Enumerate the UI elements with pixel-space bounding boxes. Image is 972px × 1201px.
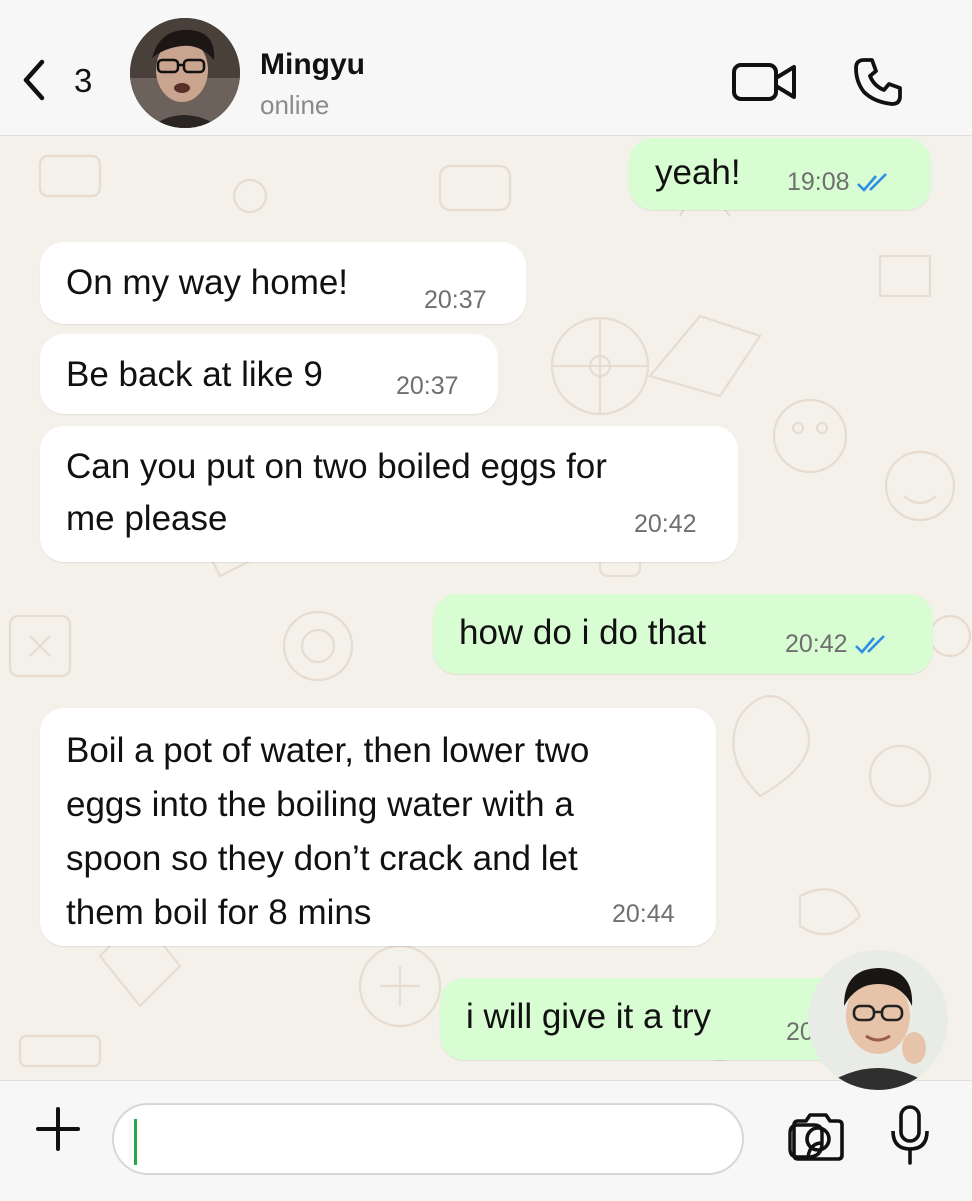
message-text: how do i do that — [459, 613, 707, 652]
double-check-icon — [854, 635, 885, 655]
message-incoming[interactable]: On my way home! 20:37 — [40, 242, 526, 324]
face-photo — [808, 950, 948, 1090]
contact-photo — [130, 18, 240, 128]
attach-button[interactable] — [30, 1101, 86, 1157]
camera-button[interactable] — [788, 1111, 848, 1163]
message-time: 19:08 — [787, 168, 892, 196]
video-call-button[interactable] — [730, 60, 800, 104]
message-line: them boil for 8 mins — [66, 893, 372, 932]
plus-icon — [36, 1107, 80, 1151]
contact-avatar[interactable] — [130, 18, 240, 128]
message-incoming[interactable]: Be back at like 9 20:37 — [40, 334, 498, 414]
chat-header: 3 Mingyu online — [0, 0, 972, 136]
message-outgoing[interactable]: yeah! 19:08 — [629, 138, 931, 210]
message-text: yeah! — [655, 153, 741, 192]
back-button[interactable] — [18, 56, 54, 104]
message-text: On my way home! — [66, 263, 349, 302]
message-line: spoon so they don’t crack and let — [66, 839, 578, 878]
phone-icon — [854, 58, 902, 106]
double-check-icon — [856, 173, 887, 193]
contact-status: online — [260, 90, 330, 120]
camera-icon — [792, 1113, 844, 1161]
video-camera-icon — [732, 63, 796, 101]
composer-bar — [0, 1080, 972, 1201]
message-input-box[interactable] — [112, 1103, 824, 1175]
message-incoming[interactable]: Boil a pot of water, then lower two eggs… — [40, 708, 716, 946]
message-line: Can you put on two boiled eggs for — [66, 447, 607, 486]
voice-message-button[interactable] — [888, 1103, 932, 1169]
microphone-icon — [891, 1105, 929, 1165]
message-incoming[interactable]: Can you put on two boiled eggs for me pl… — [40, 426, 738, 562]
message-input[interactable] — [136, 1117, 660, 1163]
contact-name[interactable]: Mingyu — [260, 48, 365, 82]
message-list[interactable]: yeah! 19:08 On my way home! 20:37 Be bac… — [0, 136, 972, 1080]
message-text: Be back at like 9 — [66, 355, 323, 394]
message-line: me please — [66, 499, 228, 538]
message-line: Boil a pot of water, then lower two — [66, 731, 590, 770]
voice-call-button[interactable] — [850, 54, 906, 110]
message-time: 20:44 — [612, 900, 675, 928]
message-text: i will give it a try — [466, 997, 712, 1036]
message-outgoing[interactable]: how do i do that 20:42 — [433, 594, 933, 674]
chevron-left-icon — [23, 59, 45, 101]
message-time: 20:37 — [424, 286, 487, 314]
unread-count[interactable]: 3 — [74, 62, 92, 100]
message-time: 20:37 — [396, 372, 459, 400]
message-line: eggs into the boiling water with a — [66, 785, 574, 824]
message-time: 20:42 — [634, 510, 697, 538]
overlay-face-image — [808, 950, 948, 1090]
message-time: 20:42 — [785, 630, 890, 658]
